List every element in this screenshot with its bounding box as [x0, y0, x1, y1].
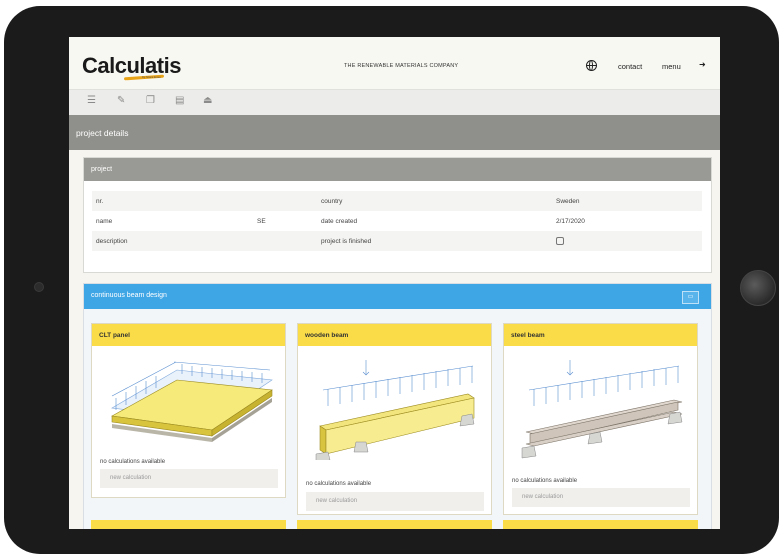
project-panel-title: project	[91, 166, 113, 173]
field-label: country	[321, 198, 343, 205]
camera-icon	[34, 282, 44, 292]
field-value[interactable]: SE	[257, 218, 266, 225]
steel-beam-illustration	[521, 360, 683, 459]
app-header: Calculatis by Stora Enso THE RENEWABLE M…	[69, 37, 720, 89]
nav-contact-link[interactable]: contact	[618, 62, 642, 71]
field-label: project is finished	[321, 238, 372, 245]
project-row: name SE date created 2/17/2020	[92, 211, 702, 231]
field-label: date created	[321, 218, 358, 225]
copy-icon[interactable]: ❐	[146, 95, 155, 106]
new-calculation-button[interactable]: new calculation	[100, 469, 278, 488]
toolbar: ☰ ✎ ❐ ▤ ⏏	[69, 89, 720, 116]
card-peek	[91, 520, 286, 529]
project-panel-header: project	[84, 158, 711, 181]
home-button[interactable]	[740, 270, 776, 306]
new-calculation-button[interactable]: new calculation	[306, 492, 484, 511]
collapse-button[interactable]: ▭	[682, 291, 699, 304]
project-row: description project is finished	[92, 231, 702, 251]
list-icon[interactable]: ☰	[87, 95, 96, 106]
logout-icon[interactable]: ➜	[699, 60, 706, 69]
project-finished-checkbox[interactable]	[556, 237, 564, 245]
card-title: steel beam	[511, 332, 545, 339]
tagline: THE RENEWABLE MATERIALS COMPANY	[344, 63, 459, 69]
field-value[interactable]: Sweden	[556, 198, 580, 205]
beam-design-title: continuous beam design	[91, 292, 167, 299]
new-calculation-label: new calculation	[110, 475, 152, 481]
field-label: nr.	[96, 198, 104, 205]
app-screen: Calculatis by Stora Enso THE RENEWABLE M…	[69, 37, 720, 529]
field-label: name	[96, 218, 113, 225]
card-header: CLT panel	[92, 324, 285, 346]
page-title-bar: project details	[69, 115, 720, 150]
wooden-beam-illustration	[315, 360, 475, 460]
card-title: wooden beam	[305, 332, 349, 339]
no-calculations-text: no calculations available	[306, 481, 372, 487]
page-title: project details	[76, 128, 129, 138]
no-calculations-text: no calculations available	[512, 478, 578, 484]
card-header: wooden beam	[298, 324, 491, 346]
globe-icon[interactable]	[586, 60, 597, 71]
clt-panel-illustration	[111, 361, 273, 442]
upload-icon[interactable]: ⏏	[203, 95, 212, 106]
pdf-icon[interactable]: ▤	[175, 95, 184, 106]
edit-icon[interactable]: ✎	[117, 95, 125, 106]
card-peek	[297, 520, 492, 529]
beam-design-header: continuous beam design ▭	[84, 284, 711, 309]
card-title: CLT panel	[99, 332, 130, 339]
card-header: steel beam	[504, 324, 697, 346]
field-label: description	[96, 238, 128, 245]
logo-subtitle: by Stora Enso	[142, 75, 161, 79]
card-clt-panel[interactable]: CLT panel no calculations available new …	[91, 323, 286, 498]
new-calculation-label: new calculation	[316, 498, 358, 504]
logo[interactable]: Calculatis	[82, 53, 181, 79]
card-peek	[503, 520, 698, 529]
no-calculations-text: no calculations available	[100, 459, 166, 465]
project-panel: project nr. country Sweden name SE date …	[83, 157, 712, 273]
new-calculation-label: new calculation	[522, 494, 564, 500]
project-row: nr. country Sweden	[92, 191, 702, 211]
card-steel-beam[interactable]: steel beam no calculations available new…	[503, 323, 698, 515]
card-wooden-beam[interactable]: wooden beam no calculations available ne…	[297, 323, 492, 515]
field-value: 2/17/2020	[556, 218, 585, 225]
new-calculation-button[interactable]: new calculation	[512, 488, 690, 507]
nav-menu-link[interactable]: menu	[662, 62, 681, 71]
